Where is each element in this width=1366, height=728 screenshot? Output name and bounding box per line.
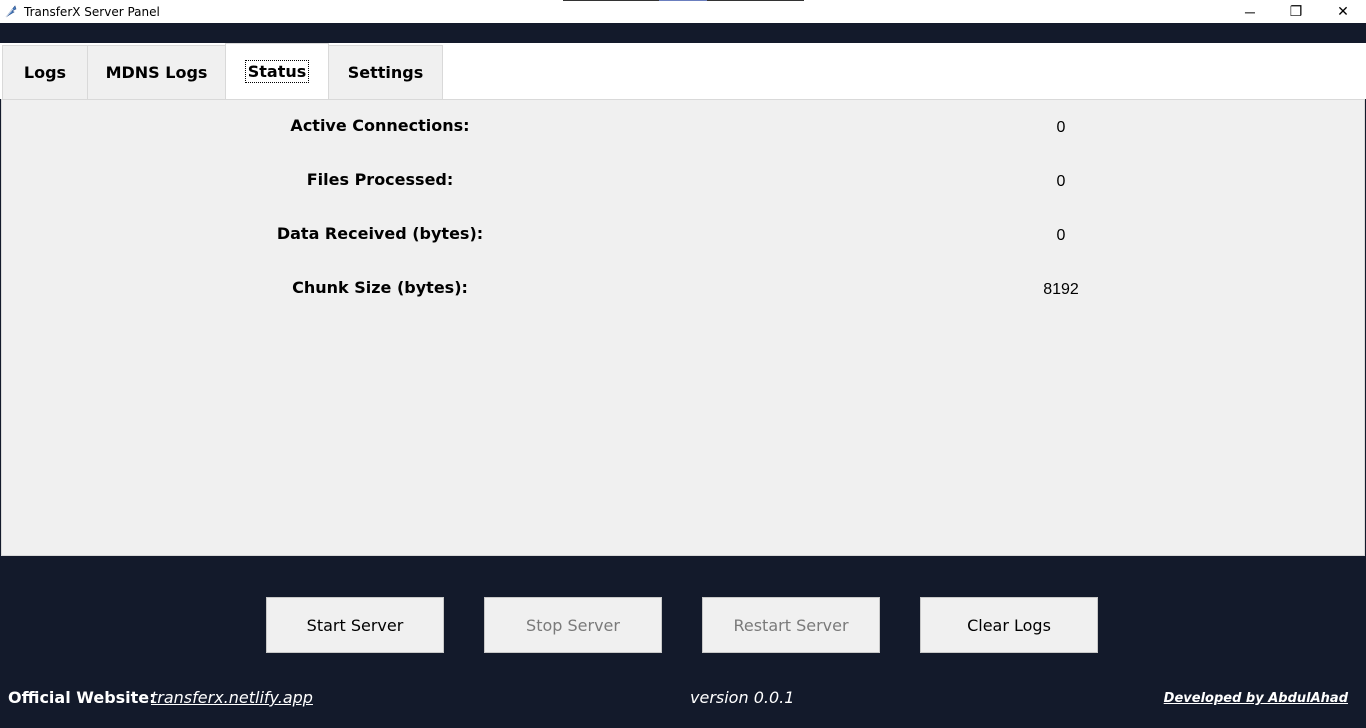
chunk-size-value: 8192 (1043, 281, 1079, 298)
version-label: version 0.0.1 (690, 688, 795, 707)
maximize-button[interactable]: ❐ (1273, 0, 1319, 23)
stop-server-button[interactable]: Stop Server (484, 597, 662, 653)
active-connections-label: Active Connections: (290, 116, 470, 135)
feather-icon (5, 5, 17, 18)
tab-status[interactable]: Status (225, 43, 329, 99)
tab-logs[interactable]: Logs (2, 45, 88, 99)
title-bar: TransferX Server Panel ─ ❐ ✕ (0, 0, 1366, 23)
files-processed-label: Files Processed: (306, 170, 454, 189)
tab-mdns-logs[interactable]: MDNS Logs (87, 45, 226, 99)
website-label: Official Website: (8, 688, 156, 707)
website-link[interactable]: transferx.netlify.app (151, 688, 313, 707)
status-panel: Active Connections: 0 Files Processed: 0… (1, 99, 1365, 556)
data-received-value: 0 (1056, 227, 1066, 244)
tab-mdns-logs-label: MDNS Logs (105, 63, 208, 82)
minimize-button[interactable]: ─ (1227, 0, 1273, 23)
close-button[interactable]: ✕ (1320, 0, 1366, 23)
tab-settings[interactable]: Settings (328, 45, 443, 99)
developer-link[interactable]: Developed by AbdulAhad (1164, 691, 1348, 706)
clear-logs-button[interactable]: Clear Logs (920, 597, 1098, 653)
restart-server-button[interactable]: Restart Server (702, 597, 880, 653)
tab-bar: Logs MDNS Logs Status Settings (0, 43, 1366, 99)
header-band (0, 23, 1366, 43)
chunk-size-label: Chunk Size (bytes): (292, 278, 468, 297)
data-received-label: Data Received (bytes): (276, 224, 484, 243)
tab-settings-label: Settings (347, 63, 424, 82)
window-title: TransferX Server Panel (24, 5, 160, 19)
files-processed-value: 0 (1056, 173, 1066, 190)
control-bar: Start Server Stop Server Restart Server … (0, 556, 1366, 728)
title-divider (563, 0, 804, 1)
tab-status-label: Status (244, 60, 310, 83)
active-connections-value: 0 (1056, 119, 1066, 136)
tab-logs-label: Logs (23, 63, 67, 82)
start-server-button[interactable]: Start Server (266, 597, 444, 653)
